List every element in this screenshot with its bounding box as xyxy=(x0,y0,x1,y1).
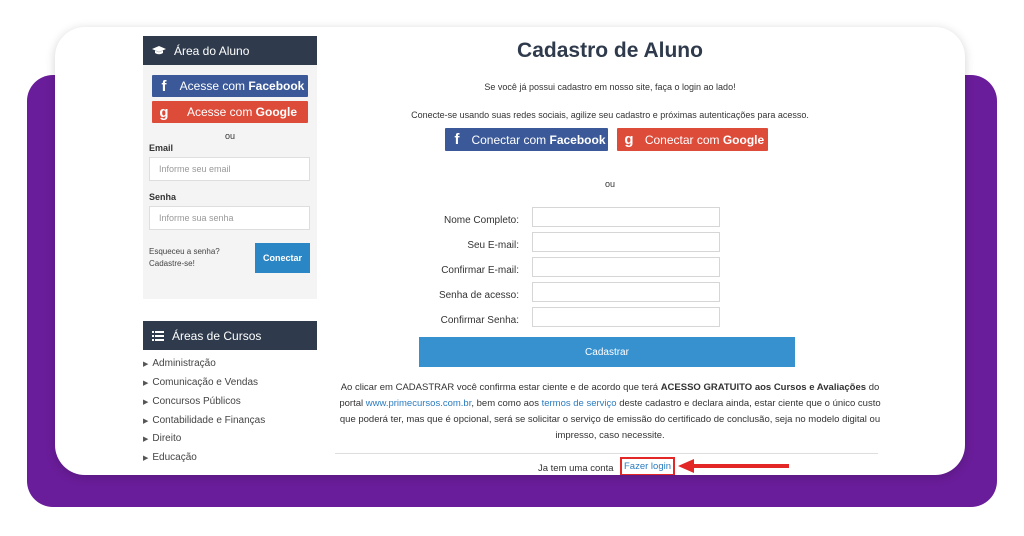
facebook-login-brand: Facebook xyxy=(248,79,305,93)
google-login-button[interactable]: g Acesse com Google xyxy=(152,101,308,123)
sidebar-ou-separator: ou xyxy=(224,131,235,141)
area-aluno-title: Área do Aluno xyxy=(174,43,250,58)
course-area-item[interactable]: ▶ Comunicação e Vendas xyxy=(143,377,258,388)
cadastrar-button[interactable]: Cadastrar xyxy=(419,337,795,367)
email-placeholder: Informe seu email xyxy=(159,164,231,174)
password-placeholder: Informe sua senha xyxy=(159,213,234,223)
google-connect-prefix: Conectar com xyxy=(644,132,723,147)
password-label: Senha de acesso: xyxy=(438,290,519,301)
google-login-brand: Google xyxy=(255,105,298,119)
divider xyxy=(335,453,878,454)
facebook-connect-button[interactable]: f Conectar com Facebook xyxy=(445,128,608,151)
area-aluno-panel: f Acesse com Facebook g Acesse com Googl… xyxy=(143,65,317,299)
list-icon xyxy=(152,330,164,341)
graduation-cap-icon xyxy=(152,46,166,55)
course-area-label: Administração xyxy=(152,358,216,369)
email-label: Email xyxy=(149,143,174,153)
areas-cursos-header: Áreas de Cursos xyxy=(143,321,317,350)
google-icon: g xyxy=(624,131,634,148)
register-link[interactable]: Cadastre-se! xyxy=(149,258,220,270)
course-area-item[interactable]: ▶ Educação xyxy=(143,452,197,463)
facebook-connect-prefix: Conectar com xyxy=(471,132,550,147)
sidebar-email-input[interactable]: Informe seu email xyxy=(149,157,310,181)
google-connect-button[interactable]: g Conectar com Google xyxy=(617,128,768,151)
confirm-password-input[interactable] xyxy=(532,307,720,327)
course-area-label: Direito xyxy=(152,433,182,444)
course-area-item[interactable]: ▶ Contabilidade e Finanças xyxy=(143,415,265,426)
facebook-connect-brand: Facebook xyxy=(549,132,606,147)
confirm-email-input[interactable] xyxy=(532,257,720,277)
course-area-item[interactable]: ▶ Direito xyxy=(143,433,181,444)
ja-tem-conta-text: Ja tem uma conta xyxy=(538,463,614,474)
senha-label: Senha xyxy=(149,192,177,202)
course-area-item[interactable]: ▶ Concursos Públicos xyxy=(143,396,241,407)
google-icon: g xyxy=(159,103,169,121)
red-arrow-icon xyxy=(678,459,789,473)
caret-right-icon: ▶ xyxy=(143,418,149,425)
email-label: Seu E-mail: xyxy=(467,240,519,251)
caret-right-icon: ▶ xyxy=(143,455,149,462)
login-hint-text: Se você já possui cadastro em nosso site… xyxy=(484,82,736,92)
nome-label: Nome Completo: xyxy=(443,215,519,226)
main-ou-separator: ou xyxy=(604,179,615,189)
site-link[interactable]: www.primecursos.com.br xyxy=(366,398,472,409)
course-area-label: Educação xyxy=(152,452,197,463)
area-aluno-header: Área do Aluno xyxy=(143,36,317,65)
confirm-password-label: Confirmar Senha: xyxy=(440,315,519,326)
nome-input[interactable] xyxy=(532,207,720,227)
social-hint-text: Conecte-se usando suas redes sociais, ag… xyxy=(411,110,809,120)
areas-cursos-title: Áreas de Cursos xyxy=(172,328,262,343)
page-title: Cadastro de Aluno xyxy=(517,39,703,62)
facebook-login-button[interactable]: f Acesse com Facebook xyxy=(152,75,308,97)
terms-text: Ao clicar em CADASTRAR você confirma est… xyxy=(339,382,881,441)
facebook-icon: f xyxy=(161,77,167,95)
forgot-password-link[interactable]: Esqueceu a senha? xyxy=(149,246,220,258)
google-login-prefix: Acesse com xyxy=(186,105,256,119)
fazer-login-link[interactable]: Fazer login xyxy=(620,457,675,475)
facebook-login-prefix: Acesse com xyxy=(179,79,249,93)
caret-right-icon: ▶ xyxy=(143,399,149,406)
terms-of-service-link[interactable]: termos de serviço xyxy=(542,398,617,409)
caret-right-icon: ▶ xyxy=(143,436,149,443)
caret-right-icon: ▶ xyxy=(143,380,149,387)
facebook-icon: f xyxy=(454,131,460,148)
course-area-item[interactable]: ▶ Administração xyxy=(143,358,216,369)
course-area-label: Contabilidade e Finanças xyxy=(152,415,266,426)
caret-right-icon: ▶ xyxy=(143,361,149,368)
sidebar-password-input[interactable]: Informe sua senha xyxy=(149,206,310,230)
course-area-label: Concursos Públicos xyxy=(152,396,241,407)
page-card: Área do Aluno f Acesse com Facebook g Ac… xyxy=(55,27,965,475)
confirm-email-label: Confirmar E-mail: xyxy=(441,265,519,276)
email-input[interactable] xyxy=(532,232,720,252)
screenshot-stage: Área do Aluno f Acesse com Facebook g Ac… xyxy=(0,0,1024,536)
password-input[interactable] xyxy=(532,282,720,302)
google-connect-brand: Google xyxy=(722,132,765,147)
course-area-label: Comunicação e Vendas xyxy=(152,377,259,388)
conectar-button[interactable]: Conectar xyxy=(255,243,310,273)
